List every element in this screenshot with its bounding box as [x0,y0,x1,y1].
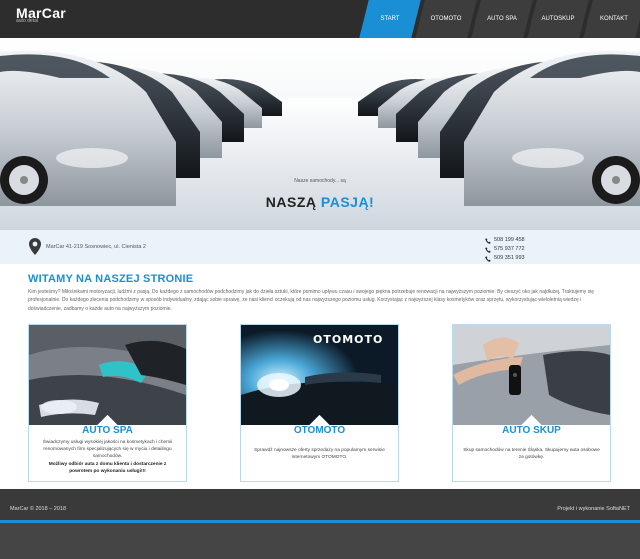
card-title: AUTO SPA [82,425,133,436]
phone-list: 508 199 458 575 937 772 509 351 993 [485,236,525,263]
card-auto-spa[interactable]: AUTO SPA Świadczymy usługi wysokiej jako… [28,324,187,482]
welcome-heading: WITAMY NA NASZEJ STRONIE [28,273,194,285]
hero-title-part1: NASZĄ [265,194,317,210]
card-auto-skup[interactable]: AUTO SKUP Skup samochodów na terenie Ślą… [452,324,611,482]
nav-auto-spa-label: AUTO SPA [487,16,517,22]
phone-icon [485,246,491,253]
nav-otomoto[interactable]: OTOMOTO [415,0,477,38]
nav-autoskup[interactable]: AUTOSKUP [527,0,589,38]
nav-kontakt-label: KONTAKT [600,16,628,22]
nav-autoskup-label: AUTOSKUP [541,16,575,22]
phone-number: 575 937 772 [494,246,525,252]
address-text: MarCar 41-219 Sosnowiec, ul. Cienista 2 [46,244,146,250]
card-text: Skup samochodów na terenie Śląska. Skupu… [463,448,600,461]
nav-auto-spa[interactable]: AUTO SPA [471,0,533,38]
copyright-text: MarCar © 2018 – 2018 [10,506,67,512]
card-text: Świadczymy usługi wysokiej jakości na ko… [42,440,173,460]
hero-title-part2: PASJĄ! [320,194,375,210]
phone-item[interactable]: 575 937 772 [485,245,525,254]
logo-subtitle: auto detal [16,18,38,24]
card-bold-text: Możliwy odbiór auta z domu klienta i dos… [48,461,167,474]
footer [0,489,640,520]
hero-title: NASZĄ PASJĄ! [0,194,640,210]
nav-kontakt[interactable]: KONTAKT [583,0,640,38]
main-navigation: START OTOMOTO AUTO SPA AUTOSKUP KONTAKT [359,0,640,38]
card-description: Skup samochodów na terenie Śląska. Skupu… [461,447,602,461]
credits-link[interactable]: Projekt i wykonanie SoftaNET [557,506,630,512]
otomoto-image-text: OTOMOTO [313,333,384,346]
phone-number: 508 199 458 [494,237,525,243]
card-title: AUTO SKUP [502,425,561,436]
card-auto-spa-image [29,325,186,425]
hero-tagline: Nasze samochody... są [294,178,346,184]
welcome-text: Kim jesteśmy? Miłośnikami motoryzacji, l… [28,289,595,312]
footer-bottom-band [0,523,640,559]
phone-icon [485,255,491,262]
card-text: Sprawdź najnowsze oferty sprzedaży na po… [254,448,385,461]
card-otomoto[interactable]: OTOMOTO OTOMOTO Sprawdź najnowsze oferty… [240,324,399,482]
top-header: MarCar auto detal START OTOMOTO AUTO SPA… [0,0,640,38]
card-auto-skup-image [453,325,610,425]
hero-banner: Nasze samochody... są NASZĄ PASJĄ! [0,38,640,230]
phone-item[interactable]: 509 351 993 [485,254,525,263]
card-title: OTOMOTO [293,425,346,436]
nav-start[interactable]: START [359,0,421,38]
location-pin-icon [29,238,41,255]
phone-item[interactable]: 508 199 458 [485,236,525,245]
nav-start-label: START [380,16,400,22]
phone-icon [485,237,491,244]
phone-number: 509 351 993 [494,255,525,261]
card-description: Świadczymy usługi wysokiej jakości na ko… [37,439,178,475]
nav-otomoto-label: OTOMOTO [430,16,462,22]
card-description: Sprawdź najnowsze oferty sprzedaży na po… [249,447,390,461]
